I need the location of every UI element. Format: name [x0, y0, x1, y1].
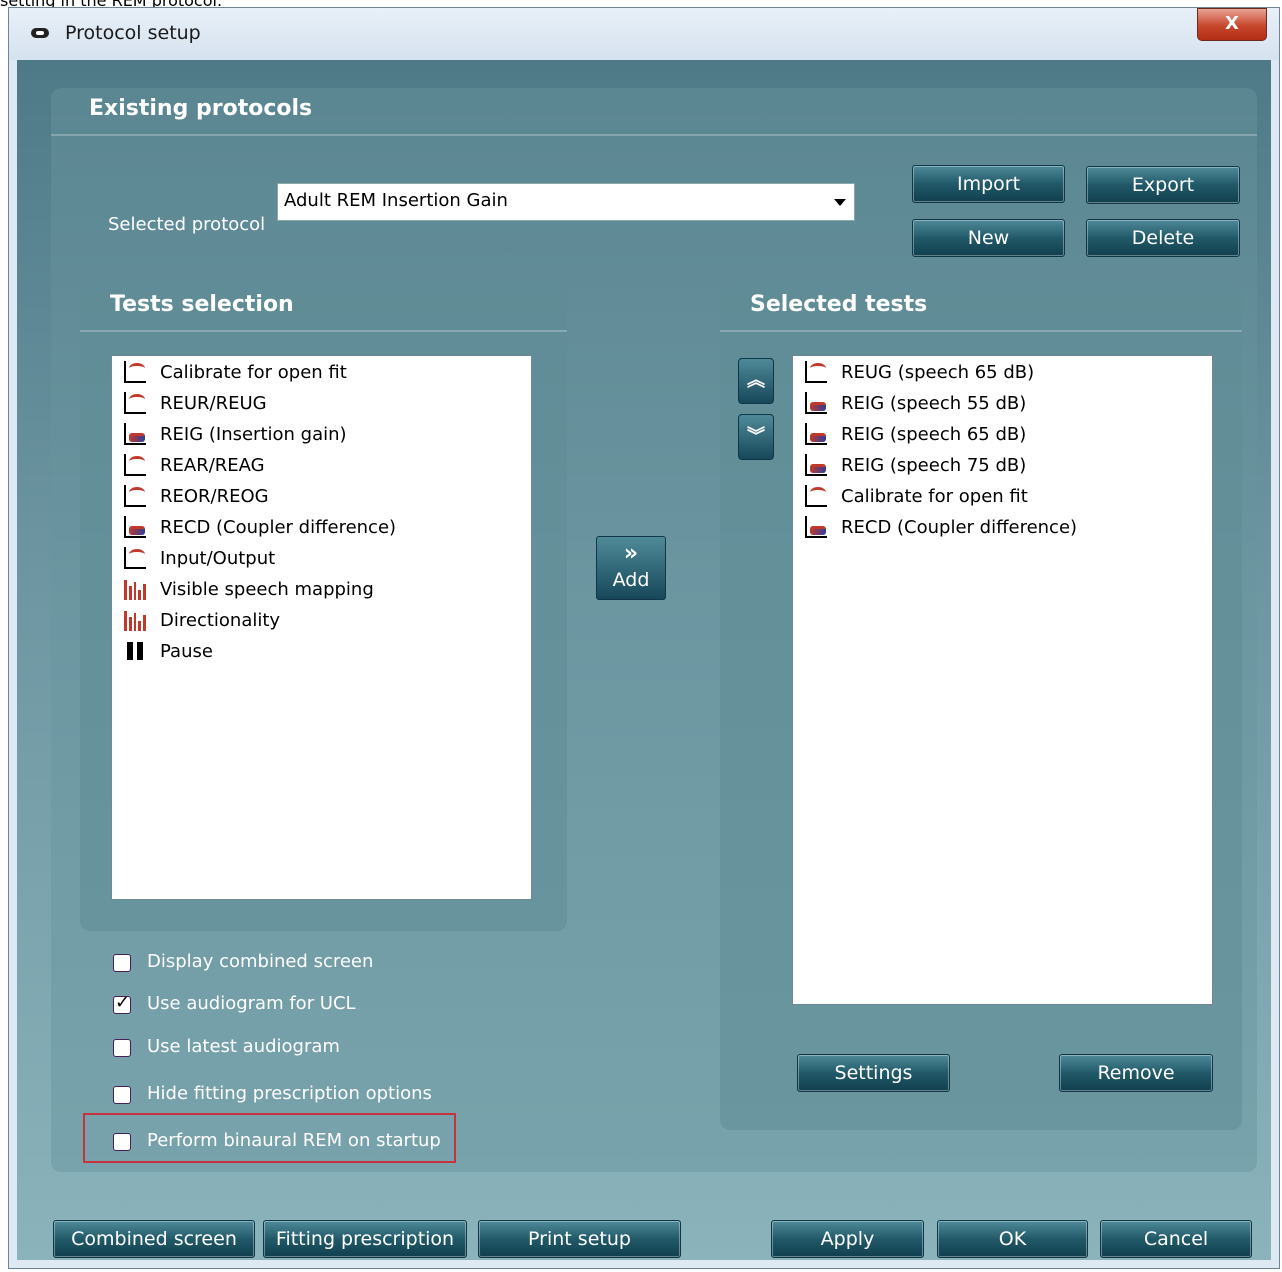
coupler-curve-icon: [805, 516, 827, 538]
chevron-down-icon[interactable]: [834, 199, 846, 206]
add-button-label: Add: [612, 569, 650, 591]
title-bar: Protocol setup X: [9, 8, 1279, 60]
gain-curve-icon: [805, 392, 827, 414]
list-item[interactable]: RECD (Coupler difference): [805, 512, 1077, 542]
gain-curve-icon: [805, 454, 827, 476]
curve-icon: [124, 485, 146, 507]
list-item[interactable]: Calibrate for open fit: [805, 481, 1028, 511]
list-item[interactable]: REUG (speech 65 dB): [805, 357, 1034, 387]
remove-button[interactable]: Remove: [1059, 1054, 1213, 1092]
use-audiogram-ucl-checkbox[interactable]: [113, 992, 131, 1014]
bar-chart-icon: [124, 609, 146, 631]
list-item[interactable]: REOR/REOG: [124, 481, 269, 511]
curve-icon: [124, 361, 146, 383]
selected-tests-list[interactable]: REUG (speech 65 dB) REIG (speech 55 dB) …: [792, 355, 1213, 1005]
tests-selection-panel: Tests selection Calibrate for open fit R…: [80, 284, 567, 931]
window-title: Protocol setup: [65, 22, 201, 44]
selected-tests-panel: Selected tests ︽ ︾ REUG (speech 65 dB) R…: [720, 284, 1242, 1130]
close-button[interactable]: X: [1197, 8, 1267, 41]
export-button[interactable]: Export: [1086, 166, 1240, 204]
tests-selection-title: Tests selection: [110, 292, 294, 317]
bar-chart-icon: [124, 578, 146, 600]
double-chevron-right-icon: »: [623, 541, 639, 566]
hide-fitting-prescription-checkbox[interactable]: [113, 1086, 131, 1104]
display-combined-screen-checkbox[interactable]: [113, 954, 131, 972]
existing-protocols-panel: Existing protocols Selected protocol Adu…: [51, 88, 1257, 1172]
move-down-button[interactable]: ︾: [738, 414, 774, 460]
list-item[interactable]: REUR/REUG: [124, 388, 267, 418]
app-icon: [31, 28, 49, 38]
dialog-client-area: Existing protocols Selected protocol Adu…: [17, 60, 1271, 1260]
tests-selection-list[interactable]: Calibrate for open fit REUR/REUG REIG (I…: [111, 355, 532, 900]
divider: [720, 330, 1242, 332]
settings-button[interactable]: Settings: [797, 1054, 950, 1092]
cancel-button[interactable]: Cancel: [1100, 1220, 1252, 1258]
list-item[interactable]: Input/Output: [124, 543, 275, 573]
use-audiogram-ucl-label: Use audiogram for UCL: [147, 993, 356, 1014]
move-up-button[interactable]: ︽: [738, 358, 774, 404]
selected-protocol-value: Adult REM Insertion Gain: [284, 190, 508, 211]
protocol-setup-window: Protocol setup X Existing protocols Sele…: [8, 7, 1280, 1269]
list-item[interactable]: Pause: [124, 636, 213, 666]
curve-icon: [124, 454, 146, 476]
gain-curve-icon: [124, 423, 146, 445]
combined-screen-button[interactable]: Combined screen: [53, 1220, 255, 1258]
chevron-up-icon: ︽: [747, 370, 765, 391]
pause-icon: [124, 640, 146, 662]
chevron-down-icon: ︾: [747, 426, 765, 447]
import-button[interactable]: Import: [912, 165, 1065, 203]
delete-button[interactable]: Delete: [1086, 219, 1240, 257]
add-button[interactable]: » Add: [596, 536, 666, 600]
curve-icon: [805, 485, 827, 507]
list-item[interactable]: REIG (Insertion gain): [124, 419, 347, 449]
existing-protocols-title: Existing protocols: [89, 96, 313, 121]
use-latest-audiogram-checkbox[interactable]: [113, 1039, 131, 1057]
divider: [80, 330, 567, 332]
ok-button[interactable]: OK: [937, 1220, 1088, 1258]
apply-button[interactable]: Apply: [771, 1220, 924, 1258]
curve-icon: [805, 361, 827, 383]
list-item[interactable]: REIG (speech 65 dB): [805, 419, 1026, 449]
coupler-curve-icon: [124, 516, 146, 538]
list-item[interactable]: Visible speech mapping: [124, 574, 374, 604]
io-curve-icon: [124, 547, 146, 569]
fitting-prescription-button[interactable]: Fitting prescription: [263, 1220, 467, 1258]
selected-protocol-combo[interactable]: Adult REM Insertion Gain: [277, 183, 855, 221]
list-item[interactable]: RECD (Coupler difference): [124, 512, 396, 542]
new-button[interactable]: New: [912, 219, 1065, 257]
use-latest-audiogram-label: Use latest audiogram: [147, 1036, 340, 1057]
hide-fitting-prescription-label: Hide fitting prescription options: [147, 1083, 432, 1104]
curve-icon: [124, 392, 146, 414]
list-item[interactable]: REIG (speech 75 dB): [805, 450, 1026, 480]
list-item[interactable]: REAR/REAG: [124, 450, 265, 480]
list-item[interactable]: Directionality: [124, 605, 280, 635]
print-setup-button[interactable]: Print setup: [478, 1220, 681, 1258]
list-item[interactable]: Calibrate for open fit: [124, 357, 347, 387]
selected-tests-title: Selected tests: [750, 292, 928, 317]
list-item[interactable]: REIG (speech 55 dB): [805, 388, 1026, 418]
gain-curve-icon: [805, 423, 827, 445]
divider: [51, 134, 1257, 136]
selected-protocol-label: Selected protocol: [108, 214, 266, 235]
display-combined-screen-label: Display combined screen: [147, 951, 374, 972]
highlight-box: [83, 1113, 456, 1163]
